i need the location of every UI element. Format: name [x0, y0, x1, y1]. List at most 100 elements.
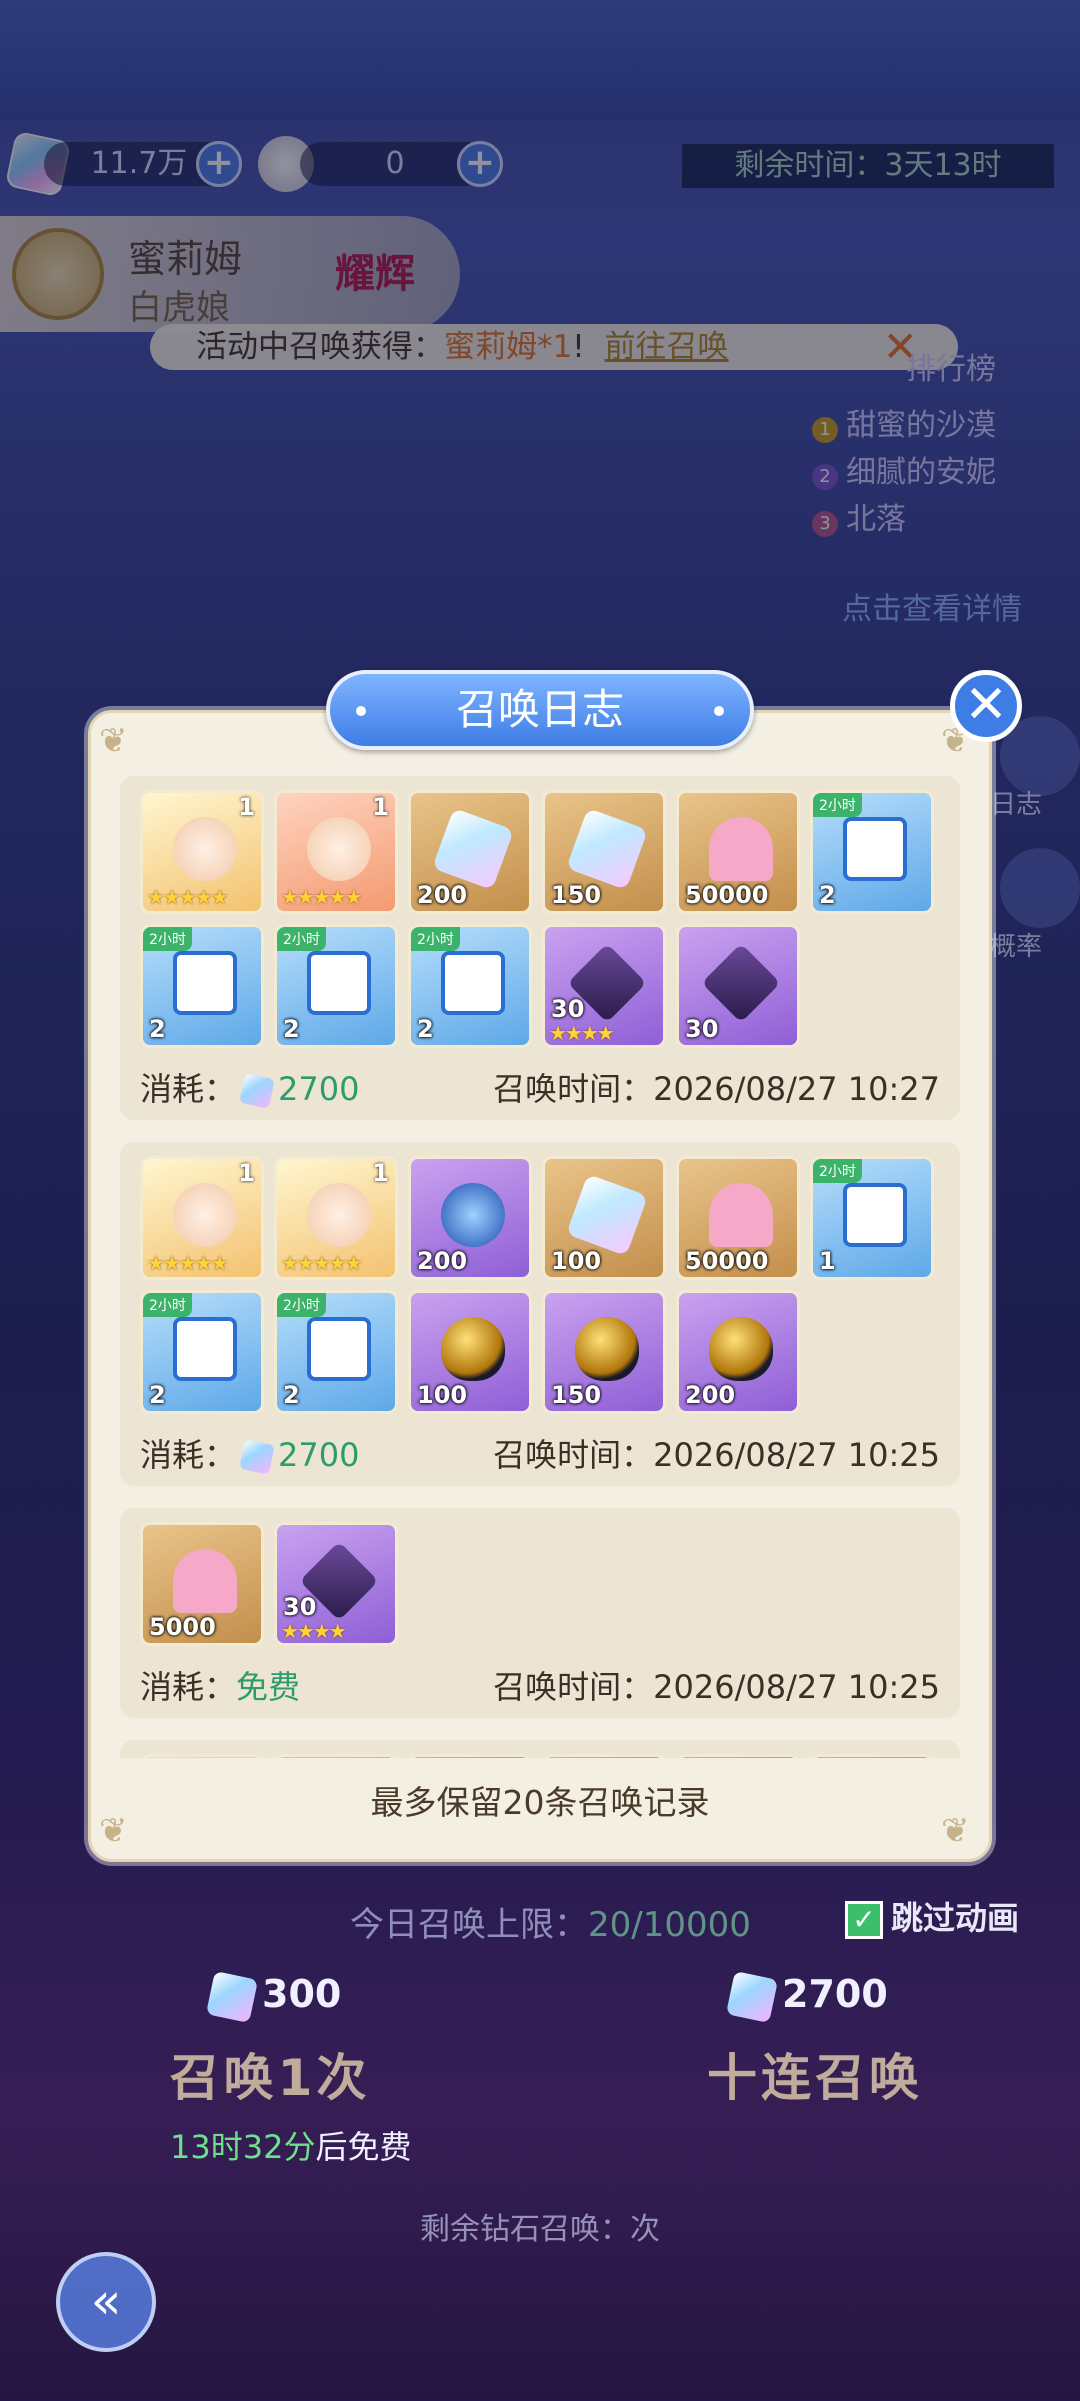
star-rating: ★★★★★	[281, 885, 363, 909]
time-value: 2026/08/27 10:25	[653, 1436, 940, 1474]
reward-item[interactable]: 200	[676, 1290, 800, 1414]
reward-item[interactable]: 2小时 2	[140, 1290, 264, 1414]
rank-3-icon: 3	[812, 511, 838, 537]
reward-item[interactable]: 1 ★★★★★	[140, 1156, 264, 1280]
ranking-item-2: 2 细腻的安妮	[812, 447, 1080, 491]
entry-time: 召唤时间：2026/08/27 10:25	[493, 1430, 940, 1476]
star-rating: ★★★★★	[147, 1251, 229, 1275]
item-quantity: 200	[685, 1381, 736, 1409]
time-label: 召唤时间：	[493, 1070, 654, 1108]
item-quantity: 200	[417, 1247, 468, 1275]
title-dot-icon	[714, 706, 724, 716]
skip-animation-toggle[interactable]: ✓ 跳过动画	[845, 1893, 1019, 1939]
banner-prefix: 活动中召唤获得：	[196, 329, 444, 365]
reward-item[interactable]: 2小时 2	[140, 924, 264, 1048]
reward-item[interactable]: 1 ★★★★★	[140, 790, 264, 914]
reward-item[interactable]: 50000	[676, 1156, 800, 1280]
duration-tag: 2小时	[813, 1159, 862, 1183]
item-level: 1	[372, 1159, 389, 1187]
item-quantity: 30	[685, 1015, 719, 1043]
rate-side-label: 概率	[990, 932, 1043, 962]
reward-item[interactable]: 2小时 2	[274, 924, 398, 1048]
reward-item[interactable]: 100	[542, 1156, 666, 1280]
dark-crystal-icon	[701, 943, 781, 1023]
item-quantity: 2	[149, 1015, 166, 1043]
item-level: 1	[372, 793, 389, 821]
entry-cost: 消耗： 2700	[140, 1064, 359, 1110]
single-summon-button[interactable]: 召唤1次	[120, 2038, 420, 2118]
ten-summon-button[interactable]: 十连召唤	[650, 2038, 980, 2118]
corner-ornament-icon: ❦	[99, 721, 128, 761]
ranking-detail-link[interactable]: 点击查看详情	[842, 584, 1080, 628]
item-quantity: 1	[819, 1247, 836, 1275]
item-level: 1	[238, 1757, 255, 1758]
duration-tag: 2小时	[143, 1293, 192, 1317]
reward-item[interactable]: 2小时 2	[810, 790, 934, 914]
duration-tag: 2小时	[813, 793, 862, 817]
reward-item[interactable]: 150	[542, 790, 666, 914]
reward-item[interactable]: 2小时 2	[274, 1290, 398, 1414]
hero-portrait-icon	[173, 1183, 237, 1247]
crystal-orb-icon	[441, 1183, 505, 1247]
add-ticket-button[interactable]: +	[457, 141, 503, 187]
item-quantity: 2	[283, 1015, 300, 1043]
ten-summon-cost: 2700	[725, 1970, 888, 2023]
back-button[interactable]: «	[56, 2252, 156, 2352]
reward-item[interactable]: 200	[408, 1156, 532, 1280]
back-arrow-icon: «	[90, 2272, 122, 2330]
reward-item[interactable]: 2小时 1	[810, 1156, 934, 1280]
reward-item[interactable]: 1 ★★★★★	[274, 790, 398, 914]
hero-tag[interactable]: 蜜莉姆 白虎娘 耀辉	[0, 216, 460, 332]
item-quantity: 2	[149, 1381, 166, 1409]
exp-heart-icon	[709, 1183, 773, 1247]
log-side-label: 日志	[990, 790, 1043, 820]
duration-tag: 2小时	[277, 927, 326, 951]
star-rating: ★★★★	[549, 1021, 615, 1045]
hero-emblem-icon	[12, 228, 104, 320]
event-banner: 活动中召唤获得：蜜莉姆*1! 前往召唤 ✕	[150, 324, 958, 370]
reward-item[interactable]: ★★★★ 30	[274, 1522, 398, 1646]
hero-subtitle: 白虎娘	[128, 288, 230, 328]
reward-item[interactable]: 1 ★★★★★	[274, 1156, 398, 1280]
reward-item[interactable]: 5000	[140, 1522, 264, 1646]
summon-log-list[interactable]: 1 ★★★★★ 1 ★★★★★ 200 150 50000 2小时 2 2小时 2 2小时 2 2小时 2 ★…	[112, 764, 968, 1758]
free-timer: 13时32分后免费	[170, 2128, 412, 2166]
hero-portrait-icon	[307, 817, 371, 881]
ranking-title[interactable]: 排行榜	[906, 344, 1080, 388]
hero-portrait-icon	[173, 817, 237, 881]
gem-icon	[239, 1073, 275, 1109]
item-quantity: 2	[819, 881, 836, 909]
go-summon-link[interactable]: 前往召唤	[605, 329, 729, 365]
hero-badge: 耀辉	[335, 251, 415, 297]
reward-item[interactable]: 50000	[676, 790, 800, 914]
reward-item[interactable]: 2小时 2	[408, 924, 532, 1048]
reward-item[interactable]: 1	[140, 1754, 264, 1758]
rate-side-button[interactable]	[1000, 848, 1080, 928]
entry-time: 召唤时间：2026/08/27 10:27	[493, 1064, 940, 1110]
cost-value: 2700	[278, 1070, 360, 1108]
reward-item[interactable]: 200	[408, 790, 532, 914]
reward-item[interactable]: 100	[408, 1290, 532, 1414]
reward-item[interactable]: 150	[542, 1290, 666, 1414]
reward-item[interactable]	[542, 1754, 666, 1758]
gem-icon	[239, 1439, 275, 1475]
star-rating: ★★★★★	[147, 885, 229, 909]
golden-egg-icon	[441, 1317, 505, 1381]
item-quantity: 50000	[685, 881, 769, 909]
item-level: 1	[238, 1159, 255, 1187]
gem-icon	[725, 1970, 779, 2023]
item-quantity: 100	[551, 1247, 602, 1275]
reward-item[interactable]	[810, 1754, 934, 1758]
treasure-chest-icon	[173, 1317, 237, 1381]
reward-item[interactable]	[408, 1754, 532, 1758]
item-quantity: 5000	[149, 1613, 216, 1641]
reward-item[interactable]	[274, 1754, 398, 1758]
hero-portrait-icon	[307, 1183, 371, 1247]
cost-value: 免费	[236, 1668, 301, 1706]
reward-item[interactable]	[676, 1754, 800, 1758]
reward-item[interactable]: ★★★★ 30	[542, 924, 666, 1048]
add-gem-button[interactable]: +	[196, 141, 242, 187]
dialog-close-button[interactable]: ✕	[950, 670, 1022, 742]
reward-item[interactable]: 30	[676, 924, 800, 1048]
rank-2-icon: 2	[812, 464, 838, 490]
